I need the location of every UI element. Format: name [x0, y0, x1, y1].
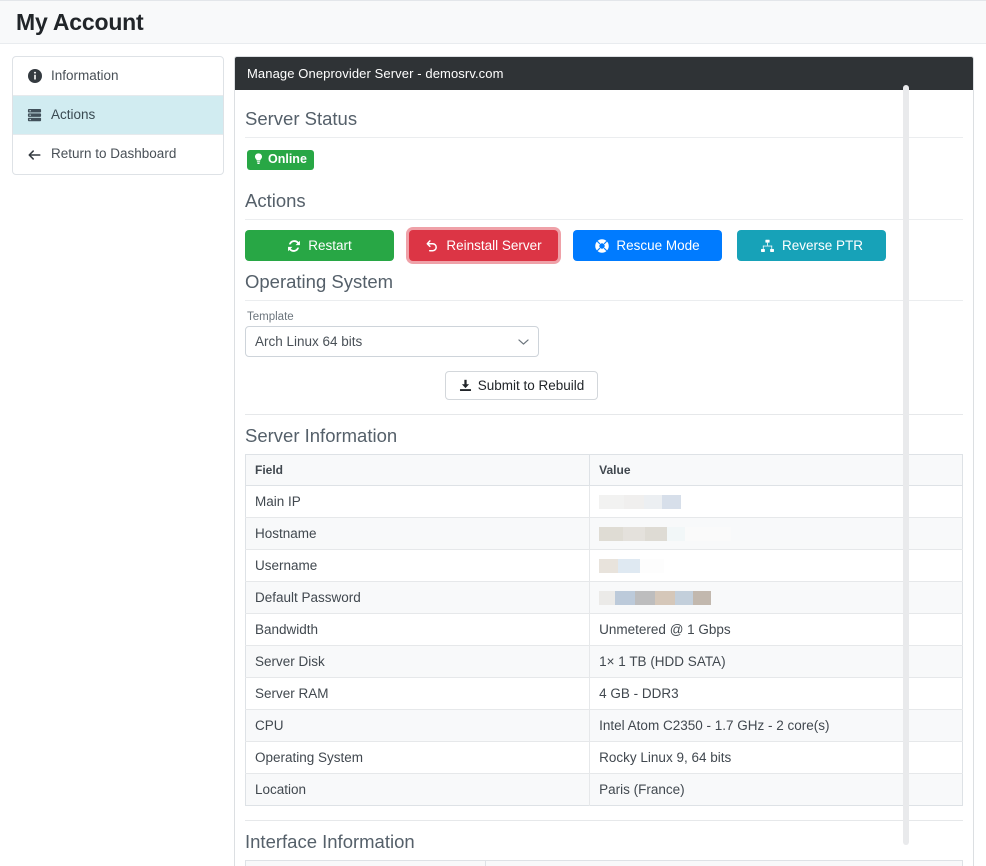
divider — [245, 414, 963, 416]
sidebar-item-label: Information — [51, 68, 119, 83]
template-label: Template — [247, 311, 294, 324]
table-row: Bandwidth Unmetered @ 1 Gbps — [245, 613, 963, 646]
page-header: My Account — [0, 0, 986, 44]
cell-field: Username — [245, 549, 591, 582]
reinstall-server-button[interactable]: Reinstall Server — [409, 230, 558, 262]
page-title: My Account — [16, 8, 144, 35]
table-header-row: Field Value — [245, 454, 963, 487]
status-badge-label: Online — [268, 152, 307, 166]
table-row: Username — [245, 549, 963, 582]
table-row: Server RAM 4 GB - DDR3 — [245, 677, 963, 710]
restart-button-label: Restart — [308, 238, 352, 254]
sidebar: Information Actions Return to Dashboard — [12, 56, 224, 175]
sidebar-item-label: Return to Dashboard — [51, 146, 177, 162]
divider — [245, 219, 963, 221]
column-header-field: Field — [245, 454, 591, 487]
table-row: Hostname — [245, 517, 963, 550]
sitemap-icon — [760, 239, 775, 253]
table-header-row: IP Address PTR Value — [245, 860, 963, 866]
rescue-mode-button-label: Rescue Mode — [616, 238, 700, 254]
sidebar-item-information[interactable]: Information — [13, 57, 223, 97]
table-row: Operating System Rocky Linux 9, 64 bits — [245, 741, 963, 774]
manage-server-card: Manage Oneprovider Server - demosrv.com … — [234, 56, 974, 866]
status-badge: Online — [247, 150, 314, 170]
actions-heading: Actions — [245, 190, 306, 212]
sidebar-item-actions[interactable]: Actions — [13, 96, 223, 136]
refresh-icon — [287, 239, 301, 253]
table-row: Location Paris (France) — [245, 773, 963, 806]
rescue-mode-button[interactable]: Rescue Mode — [573, 230, 722, 262]
sidebar-item-return-to-dashboard[interactable]: Return to Dashboard — [13, 135, 223, 173]
column-header-ptr-value: PTR Value — [485, 860, 963, 866]
reverse-ptr-button-label: Reverse PTR — [781, 238, 864, 254]
reinstall-server-button-label: Reinstall Server — [446, 238, 542, 254]
table-row: Server Disk 1× 1 TB (HDD SATA) — [245, 645, 963, 678]
info-circle-icon — [27, 69, 42, 84]
card-body: Server Status Online Actions Restart Rei… — [235, 90, 973, 866]
server-status-heading: Server Status — [245, 108, 358, 129]
undo-icon — [425, 239, 439, 253]
arrow-left-icon — [27, 147, 42, 162]
redacted-block — [599, 558, 953, 573]
card-title-bar: Manage Oneprovider Server - demosrv.com — [235, 57, 973, 90]
interface-information-wrapper: IP Address PTR Value — [245, 860, 963, 866]
submit-to-rebuild-button[interactable]: Submit to Rebuild — [444, 371, 599, 401]
interface-information-heading: Interface Information — [245, 831, 415, 853]
action-buttons-row: Restart Reinstall Server Rescue Mode Rev… — [245, 230, 963, 262]
divider — [245, 820, 963, 822]
sidebar-item-label: Actions — [51, 107, 96, 123]
operating-system-heading: Operating System — [245, 271, 394, 293]
cell-field: Server Disk — [245, 645, 591, 678]
cell-field: Default Password — [245, 581, 591, 614]
cell-field: Main IP — [245, 485, 591, 518]
template-select[interactable]: Arch Linux 64 bits — [245, 326, 539, 358]
download-icon — [459, 379, 472, 392]
cell-field: CPU — [245, 709, 591, 742]
server-information-body: Main IP Hostname Username Default Passwo… — [245, 485, 963, 806]
table-row: CPU Intel Atom C2350 - 1.7 GHz - 2 core(… — [245, 709, 963, 742]
redacted-block — [599, 494, 953, 509]
lightbulb-icon — [253, 153, 264, 165]
cell-field: Server RAM — [245, 677, 591, 710]
server-information-heading: Server Information — [245, 425, 398, 447]
cell-field: Bandwidth — [245, 613, 591, 646]
reverse-ptr-button[interactable]: Reverse PTR — [737, 230, 886, 262]
template-select-wrapper: Arch Linux 64 bits — [245, 326, 539, 358]
table-row: Default Password — [245, 581, 963, 614]
divider — [245, 137, 963, 138]
column-header-ip-address: IP Address — [245, 860, 487, 866]
submit-to-rebuild-label: Submit to Rebuild — [477, 378, 585, 394]
card-scrollbar[interactable] — [903, 85, 909, 845]
redacted-block — [599, 526, 953, 541]
table-row: Main IP — [245, 485, 963, 518]
main-layout: Information Actions Return to Dashboard … — [0, 44, 986, 866]
restart-button[interactable]: Restart — [245, 230, 394, 262]
interface-information-table: IP Address PTR Value — [245, 860, 963, 866]
server-icon — [27, 108, 42, 123]
divider — [245, 300, 963, 302]
life-ring-icon — [595, 239, 610, 253]
cell-field: Hostname — [245, 517, 591, 550]
redacted-block — [599, 590, 953, 605]
server-information-table: Field Value Main IP Hostname Username De… — [245, 454, 963, 807]
cell-field: Operating System — [245, 741, 591, 774]
cell-field: Location — [245, 773, 591, 806]
card-title: Manage Oneprovider Server - demosrv.com — [247, 66, 504, 81]
status-badge-container: Online — [245, 148, 963, 180]
submit-row: Submit to Rebuild — [245, 371, 963, 401]
